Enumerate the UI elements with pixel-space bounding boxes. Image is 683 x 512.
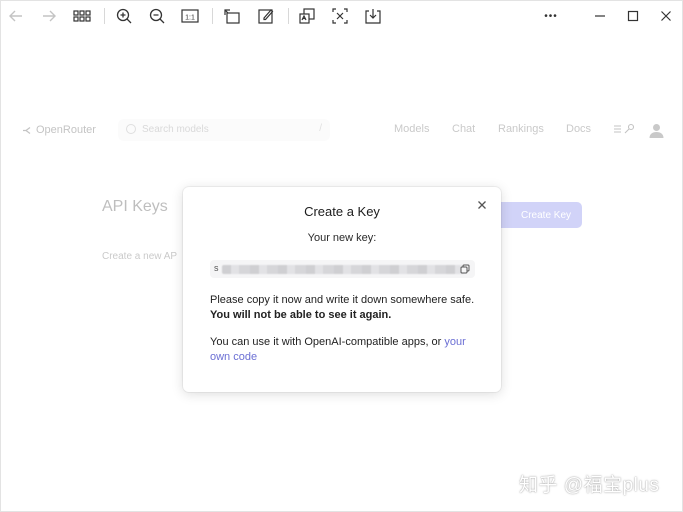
page-title: API Keys (102, 198, 168, 215)
toolbar-divider (288, 8, 289, 24)
arrow-right-icon[interactable] (39, 6, 59, 26)
search-models-input[interactable]: Search models / (118, 119, 330, 141)
zoom-in-icon[interactable] (114, 6, 134, 26)
viewer-toolbar: 1:1 ••• (0, 0, 683, 32)
actual-size-label: 1:1 (185, 15, 195, 22)
page-subtitle: Create a new AP (102, 251, 178, 262)
ocr-icon[interactable] (330, 6, 350, 26)
site-logo[interactable]: OpenRouter (22, 124, 96, 136)
search-icon (126, 124, 136, 134)
nav-chat[interactable]: Chat (452, 123, 475, 135)
create-key-dialog: Create a Key Your new key: s Please copy… (183, 187, 501, 392)
rotate-icon[interactable] (222, 6, 242, 26)
nav-docs[interactable]: Docs (566, 123, 591, 135)
api-key-first-char: s (214, 263, 219, 273)
api-key-redacted (222, 265, 464, 274)
api-key-field[interactable]: s (210, 260, 475, 278)
toolbar-divider (212, 8, 213, 24)
nav-rankings[interactable]: Rankings (498, 123, 544, 135)
arrow-left-icon[interactable] (6, 6, 26, 26)
menu-icon[interactable] (614, 125, 621, 133)
minimize-icon[interactable] (590, 6, 610, 26)
dialog-close-icon[interactable] (475, 198, 489, 212)
dialog-title: Create a Key (304, 204, 380, 219)
download-icon[interactable] (363, 6, 383, 26)
search-placeholder: Search models (142, 124, 209, 135)
copy-text-icon[interactable] (297, 6, 317, 26)
key-icon[interactable] (624, 123, 635, 134)
brand-name: OpenRouter (36, 124, 96, 136)
toolbar-divider (104, 8, 105, 24)
user-avatar-icon[interactable] (648, 122, 665, 139)
openrouter-logo-icon (23, 126, 31, 134)
copy-icon[interactable] (460, 264, 470, 274)
more-icon[interactable]: ••• (540, 6, 562, 26)
copy-warning-text: Please copy it now and write it down som… (210, 294, 475, 321)
watermark: 知乎 @福宝plus (519, 475, 660, 496)
new-key-label: Your new key: (307, 232, 377, 244)
grid-icon[interactable] (72, 6, 92, 26)
close-icon[interactable] (656, 6, 676, 26)
copy-warning-bold: You will not be able to see it again. (210, 309, 392, 321)
usage-text: You can use it with OpenAI-compatible ap… (210, 336, 466, 363)
maximize-icon[interactable] (623, 6, 643, 26)
search-shortcut: / (319, 123, 322, 134)
edit-icon[interactable] (256, 6, 276, 26)
nav-models[interactable]: Models (394, 123, 429, 135)
create-key-button[interactable]: Create Key (492, 202, 582, 228)
zoom-out-icon[interactable] (147, 6, 167, 26)
actual-size-icon[interactable]: 1:1 (180, 6, 200, 26)
nav-icons (613, 123, 635, 138)
